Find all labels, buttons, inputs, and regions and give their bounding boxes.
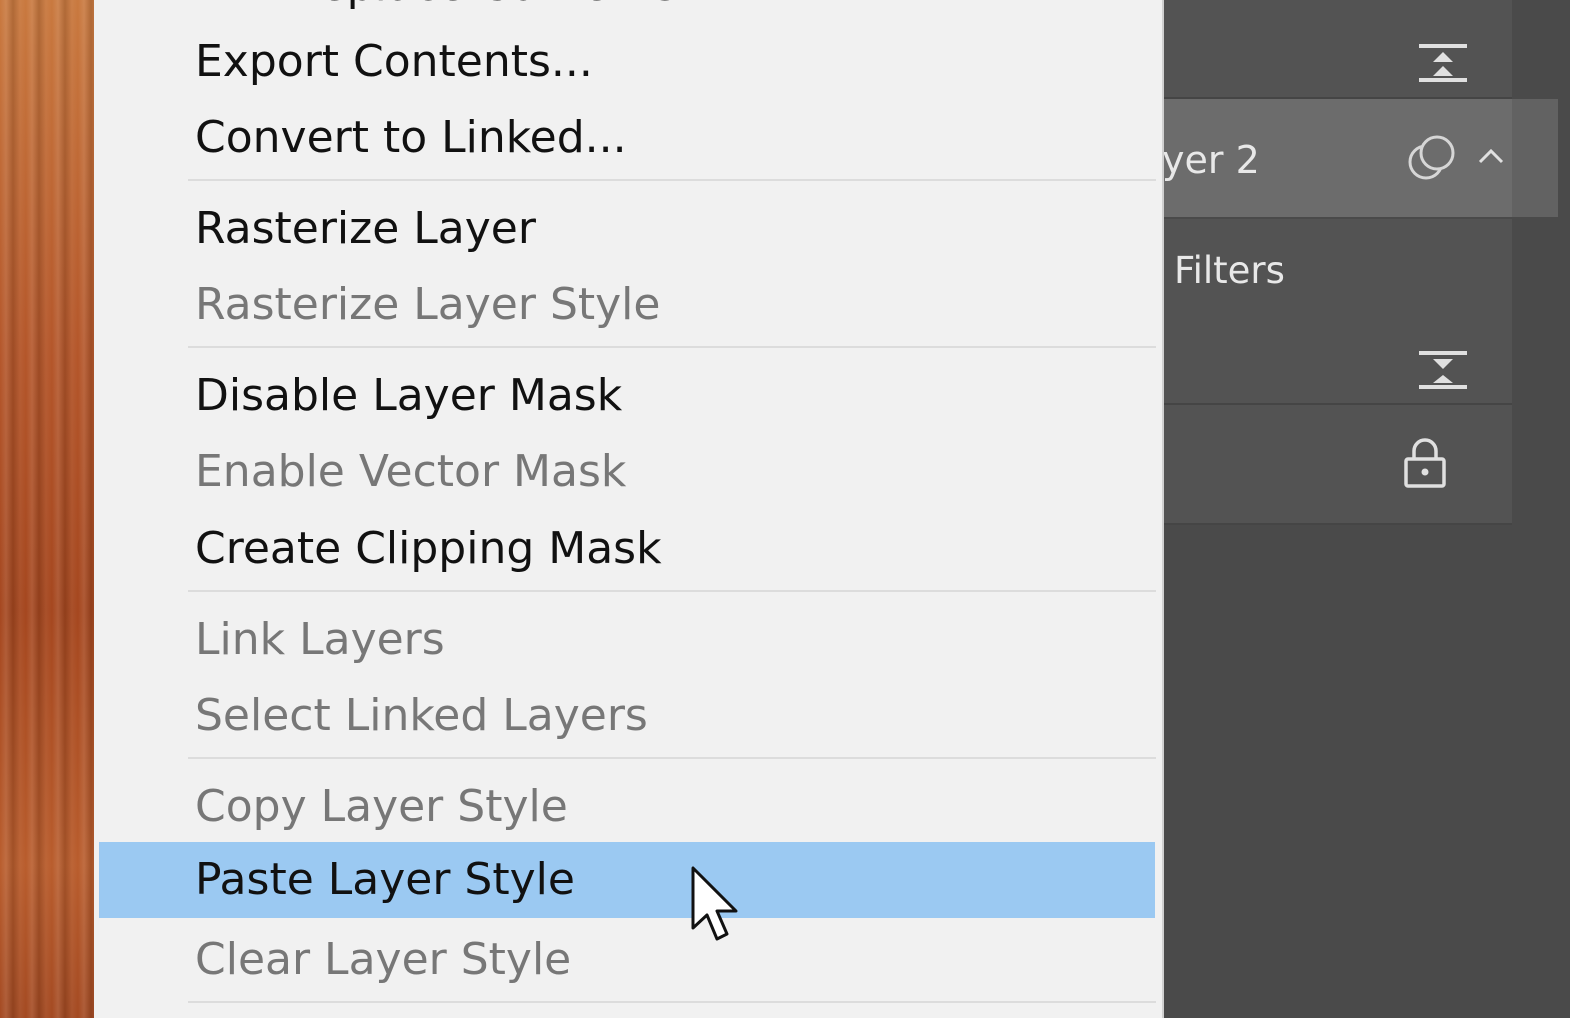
menu-item-export-contents[interactable]: Export Contents... <box>99 24 1155 100</box>
align-filter-icon[interactable] <box>1418 42 1468 84</box>
panel-scroll-edge <box>1512 0 1570 1018</box>
align-filter-icon[interactable] <box>1418 349 1468 391</box>
menu-item-enable-vector-mask: Enable Vector Mask <box>195 446 627 497</box>
menu-item-partial[interactable]: Replace Contents... <box>195 0 1251 24</box>
menu-item-convert-to-linked[interactable]: Convert to Linked... <box>99 100 1155 176</box>
menu-separator <box>188 757 1156 759</box>
menu-item-rasterize-layer-style: Rasterize Layer Style <box>195 279 661 330</box>
menu-separator <box>188 346 1156 348</box>
menu-item-link-layers: Link Layers <box>195 614 445 665</box>
menu-separator <box>188 179 1156 181</box>
layer-row[interactable]: yer 2 <box>1162 99 1512 219</box>
panel-empty-area <box>1162 525 1570 1018</box>
smart-object-icon <box>1408 135 1455 180</box>
menu-item-clear-layer-style: Clear Layer Style <box>195 934 572 985</box>
smart-filters-label: Filters <box>1174 249 1285 292</box>
lock-icon[interactable] <box>1402 437 1448 489</box>
layer-name: yer 2 <box>1162 138 1260 182</box>
menu-item-disable-layer-mask[interactable]: Disable Layer Mask <box>99 358 1155 434</box>
menu-item-create-clipping-mask[interactable]: Create Clipping Mask <box>99 511 1155 587</box>
layer-row-end <box>1512 99 1558 217</box>
lock-row <box>1162 405 1512 525</box>
menu-item-rasterize-layer[interactable]: Rasterize Layer <box>99 191 1155 267</box>
smart-filters-row[interactable]: Filters <box>1162 219 1512 405</box>
menu-item-copy-layer-style: Copy Layer Style <box>195 781 568 832</box>
menu-item-paste-layer-style[interactable]: Paste Layer Style <box>99 842 1155 918</box>
context-menu: Replace Contents... Export Contents... C… <box>94 0 1164 1018</box>
mouse-cursor-icon <box>691 866 738 941</box>
layers-panel: yer 2 Filters <box>1162 0 1570 1018</box>
menu-item-select-linked-layers: Select Linked Layers <box>195 690 648 741</box>
chevron-up-icon[interactable] <box>1476 146 1506 166</box>
canvas-image <box>0 0 94 1018</box>
menu-separator <box>188 590 1156 592</box>
menu-separator <box>188 1001 1156 1003</box>
